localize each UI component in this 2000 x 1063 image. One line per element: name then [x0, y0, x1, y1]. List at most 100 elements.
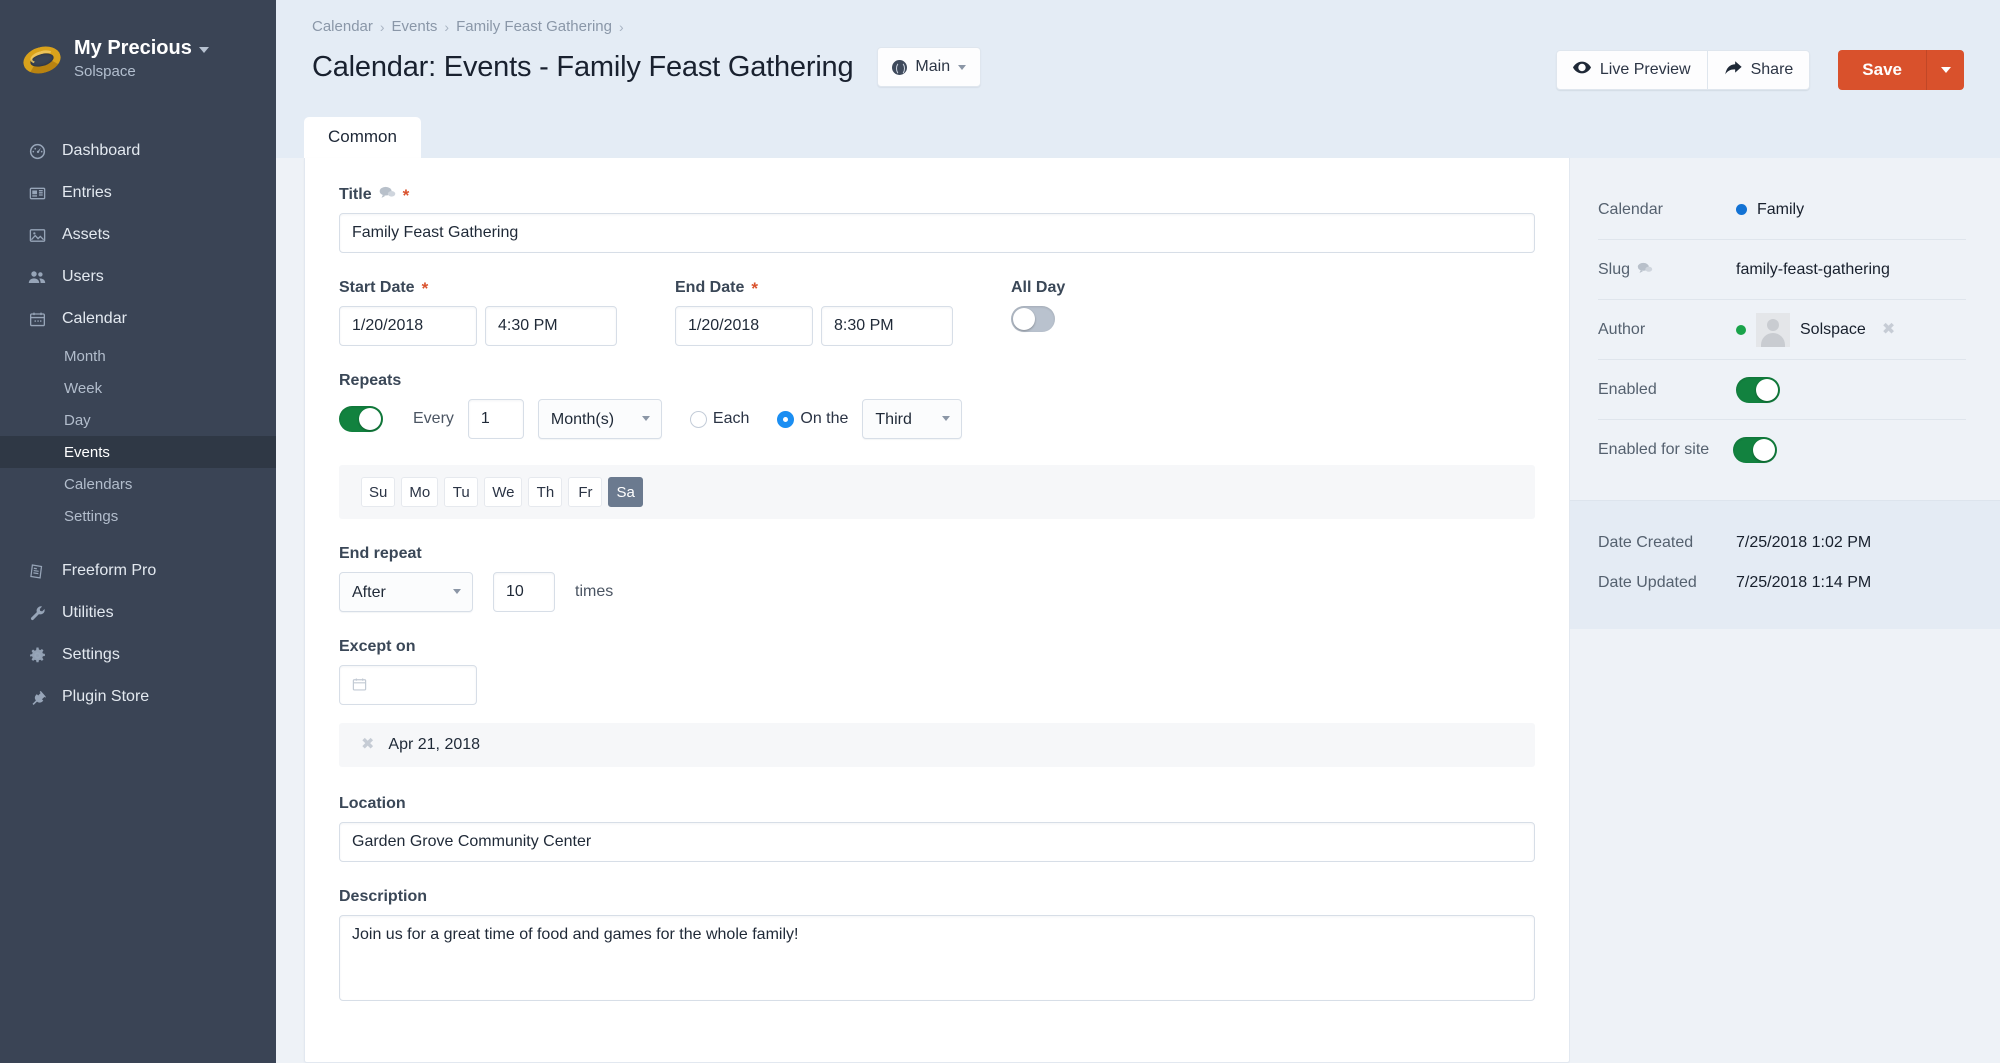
weekday-sa[interactable]: Sa — [608, 477, 643, 507]
sidebar-item-label: Settings — [62, 646, 120, 663]
sidebar-item-settings[interactable]: Settings — [0, 634, 276, 676]
site-selector[interactable]: Main — [877, 47, 982, 87]
sidebar-item-users[interactable]: Users — [0, 256, 276, 298]
plug-icon — [24, 688, 50, 707]
breadcrumb-separator-icon: › — [379, 18, 385, 35]
page-title: Calendar: Events - Family Feast Gatherin… — [312, 50, 854, 83]
ring-icon — [18, 35, 66, 83]
repeats-controls: Every Month(s) Each — [339, 399, 1535, 439]
sidebar-subitem-calendars[interactable]: Calendars — [0, 468, 276, 500]
sidebar-subitem-week[interactable]: Week — [0, 372, 276, 404]
breadcrumb-separator-icon: › — [618, 18, 624, 35]
breadcrumb-events[interactable]: Events — [392, 18, 438, 35]
meta-value[interactable]: Family — [1736, 201, 1804, 219]
description-textarea[interactable]: Join us for a great time of food and gam… — [339, 915, 1535, 1001]
close-icon[interactable]: ✖ — [361, 737, 374, 753]
main-area: Calendar › Events › Family Feast Gatheri… — [276, 0, 2000, 1063]
chevron-down-icon[interactable] — [198, 47, 209, 54]
weekday-fr[interactable]: Fr — [568, 477, 603, 507]
site-selector-label: Main — [915, 58, 951, 75]
location-label-row: Location — [339, 795, 1535, 813]
sidebar-item-plugin-store[interactable]: Plugin Store — [0, 676, 276, 718]
weekday-label: Mo — [409, 483, 431, 501]
field-label: Except on — [339, 638, 416, 655]
repeat-interval-input[interactable] — [467, 399, 524, 439]
weekday-mo[interactable]: Mo — [401, 477, 439, 507]
sidebar-item-label: Dashboard — [62, 142, 141, 159]
meta-key: Calendar — [1598, 200, 1663, 218]
field-label: Title — [339, 186, 372, 203]
sidebar-item-label: Plugin Store — [62, 688, 150, 705]
sidebar-item-calendar[interactable]: Calendar — [0, 298, 276, 340]
sidebar-item-dashboard[interactable]: Dashboard — [0, 130, 276, 172]
location-input[interactable] — [339, 822, 1535, 862]
status-dot-icon — [1736, 324, 1746, 335]
breadcrumb: Calendar › Events › Family Feast Gatheri… — [312, 18, 1964, 35]
sidebar-item-entries[interactable]: Entries — [0, 172, 276, 214]
field-repeats: Repeats Every Month(s) — [339, 372, 1535, 439]
start-time-input[interactable] — [485, 306, 617, 346]
all-day-label-row: All Day — [1011, 279, 1065, 297]
share-button[interactable]: Share — [1707, 50, 1811, 90]
on-the-radio-option[interactable]: On the — [777, 410, 848, 428]
save-options-button[interactable] — [1926, 50, 1964, 90]
all-day-toggle[interactable] — [1011, 306, 1055, 332]
breadcrumb-event[interactable]: Family Feast Gathering — [456, 18, 612, 35]
except-on-input[interactable] — [339, 665, 477, 705]
repeat-ordinal-select[interactable]: Third — [862, 399, 963, 439]
end-time-input[interactable] — [821, 306, 953, 346]
header-actions: Live Preview Share Save — [1555, 50, 1964, 90]
brand-subtitle: Solspace — [74, 63, 136, 81]
sidebar-subitem-settings[interactable]: Settings — [0, 500, 276, 532]
live-preview-button[interactable]: Live Preview — [1555, 50, 1708, 90]
enabled-toggle[interactable] — [1736, 376, 1780, 403]
sidebar-subitem-month[interactable]: Month — [0, 340, 276, 372]
sidebar-subitem-events[interactable]: Events — [0, 436, 276, 468]
end-repeat-mode-select[interactable]: After — [339, 572, 473, 612]
meta-row-enabled-for-site: Enabled for site — [1598, 420, 1966, 480]
weekday-su[interactable]: Su — [361, 477, 396, 507]
eye-icon — [1572, 61, 1591, 79]
breadcrumb-calendar[interactable]: Calendar — [312, 18, 373, 35]
sidebar-subitem-label: Events — [64, 443, 110, 461]
repeat-frequency-select[interactable]: Month(s) — [537, 399, 662, 439]
gauge-icon — [24, 142, 50, 161]
sidebar-item-assets[interactable]: Assets — [0, 214, 276, 256]
enabled-for-site-toggle[interactable] — [1733, 437, 1778, 463]
weekday-selector: Su Mo Tu We Th Fr Sa — [339, 465, 1535, 519]
meta-key: Enabled for site — [1598, 441, 1710, 458]
repeats-label-row: Repeats — [339, 372, 1535, 390]
start-date-input[interactable] — [339, 306, 477, 346]
date-updated-value: 7/25/2018 1:14 PM — [1736, 574, 1872, 591]
live-preview-label: Live Preview — [1599, 61, 1691, 78]
field-label: Start Date — [339, 279, 415, 296]
slug-value[interactable]: family-feast-gathering — [1736, 261, 1890, 279]
meta-row-slug: Slug family-feast-gathering — [1598, 240, 1966, 300]
times-label: times — [575, 583, 614, 600]
weekday-we[interactable]: We — [484, 477, 523, 507]
sidebar-subitem-day[interactable]: Day — [0, 404, 276, 436]
save-button[interactable]: Save — [1838, 50, 1926, 90]
wrench-icon — [24, 604, 50, 623]
brand-title[interactable]: My Precious — [74, 36, 209, 61]
title-input[interactable] — [339, 213, 1535, 253]
sidebar-item-label: Users — [62, 268, 104, 285]
enabled-value — [1736, 376, 1780, 403]
end-repeat-count-input[interactable] — [493, 572, 555, 612]
end-date-input[interactable] — [675, 306, 813, 346]
sidebar-item-utilities[interactable]: Utilities — [0, 592, 276, 634]
each-radio[interactable] — [689, 410, 707, 428]
tab-common[interactable]: Common — [304, 117, 421, 158]
on-the-radio[interactable] — [777, 410, 795, 428]
weekday-tu[interactable]: Tu — [444, 477, 479, 507]
each-radio-option[interactable]: Each — [689, 410, 749, 428]
brand-block[interactable]: My Precious Solspace — [0, 24, 276, 94]
weekday-label: Su — [369, 483, 388, 501]
field-all-day: All Day — [1011, 279, 1065, 332]
weekday-th[interactable]: Th — [528, 477, 563, 507]
repeats-toggle[interactable] — [339, 406, 383, 432]
end-repeat-controls: After times — [339, 572, 1535, 612]
sidebar-item-freeform-pro[interactable]: Freeform Pro — [0, 550, 276, 592]
close-icon[interactable]: ✖ — [1882, 321, 1895, 338]
save-button-group: Save — [1838, 50, 1964, 90]
